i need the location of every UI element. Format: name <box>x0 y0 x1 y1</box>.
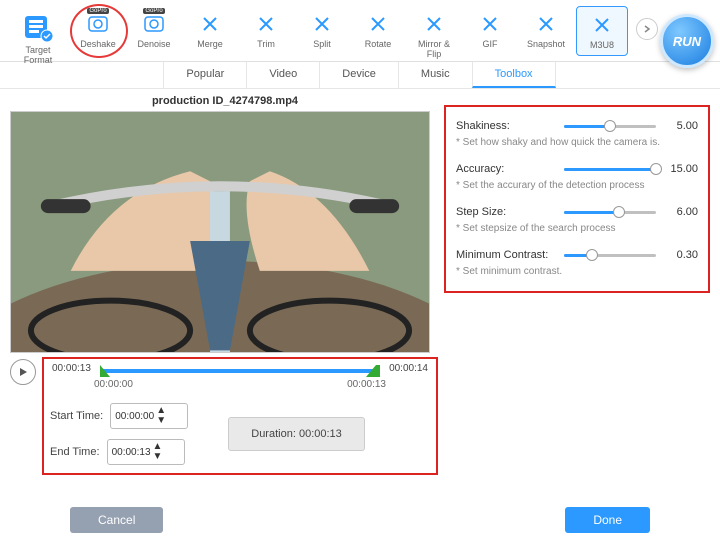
m3u8-icon <box>588 11 616 39</box>
stepsize-hint: * Set stepsize of the search process <box>456 223 698 234</box>
stepsize-row: Step Size: 6.00 * Set stepsize of the se… <box>456 205 698 234</box>
contrast-value: 0.30 <box>662 249 698 261</box>
trim-label: Trim <box>257 40 275 50</box>
deshake-label: Deshake <box>80 40 116 50</box>
denoise-icon <box>140 10 168 38</box>
stepsize-label: Step Size: <box>456 206 558 218</box>
mirror-flip-icon <box>420 10 448 38</box>
timeline-bottom-right: 00:00:13 <box>343 379 386 390</box>
split-icon <box>308 10 336 38</box>
target-format-label: Target Format <box>10 46 66 66</box>
timeline-top-right: 00:00:14 <box>385 363 428 374</box>
target-format-button[interactable]: Target Format <box>8 6 68 70</box>
contrast-row: Minimum Contrast: 0.30 * Set minimum con… <box>456 248 698 277</box>
tab-popular[interactable]: Popular <box>163 62 247 88</box>
left-panel: production ID_4274798.mp4 <box>10 95 440 477</box>
gif-label: GIF <box>483 40 498 50</box>
rotate-label: Rotate <box>365 40 392 50</box>
trim-box: 00:00:13 00:00:14 00:00:00 00:00:13 Star… <box>42 357 438 475</box>
merge-icon <box>196 10 224 38</box>
accuracy-slider[interactable] <box>564 162 656 176</box>
duration-label: Duration: <box>251 428 296 440</box>
done-button[interactable]: Done <box>565 507 650 533</box>
more-tools-button[interactable] <box>636 18 658 40</box>
tab-video[interactable]: Video <box>246 62 320 88</box>
tabs-row: Popular Video Device Music Toolbox <box>0 62 720 89</box>
trim-button[interactable]: Trim <box>240 6 292 54</box>
time-wrap: 00:00:13 00:00:14 00:00:00 00:00:13 Star… <box>10 357 440 475</box>
start-time-value: 00:00:00 <box>115 411 154 422</box>
stepsize-value: 6.00 <box>662 206 698 218</box>
end-time-value: 00:00:13 <box>112 447 151 458</box>
toolbar: Target Format GoPro Deshake GoPro Denois… <box>0 0 720 62</box>
play-button[interactable] <box>10 359 36 385</box>
shakiness-slider[interactable] <box>564 119 656 133</box>
tab-toolbox[interactable]: Toolbox <box>472 62 556 88</box>
start-time-label: Start Time: <box>50 410 103 422</box>
shakiness-label: Shakiness: <box>456 120 558 132</box>
denoise-button[interactable]: GoPro Denoise <box>128 6 180 54</box>
filename-label: production ID_4274798.mp4 <box>10 95 440 107</box>
spinner-icon[interactable]: ▲▼ <box>153 442 180 462</box>
shakiness-hint: * Set how shaky and how quick the camera… <box>456 137 698 148</box>
cancel-button[interactable]: Cancel <box>70 507 163 533</box>
time-fields: Start Time: 00:00:00 ▲▼ End Time: 00:00:… <box>50 403 430 465</box>
contrast-label: Minimum Contrast: <box>456 249 558 261</box>
tab-music[interactable]: Music <box>398 62 473 88</box>
m3u8-button[interactable]: M3U8 <box>576 6 628 56</box>
end-time-input[interactable]: 00:00:13 ▲▼ <box>107 439 185 465</box>
end-time-label: End Time: <box>50 446 100 458</box>
gopro-badge: GoPro <box>143 8 164 14</box>
right-panel: Shakiness: 5.00 * Set how shaky and how … <box>440 95 710 477</box>
deshake-icon <box>84 10 112 38</box>
denoise-label: Denoise <box>137 40 170 50</box>
rotate-button[interactable]: Rotate <box>352 6 404 54</box>
spinner-icon[interactable]: ▲▼ <box>156 406 183 426</box>
snapshot-icon <box>532 10 560 38</box>
split-label: Split <box>313 40 331 50</box>
gopro-badge: GoPro <box>87 8 108 14</box>
merge-label: Merge <box>197 40 223 50</box>
accuracy-hint: * Set the accurary of the detection proc… <box>456 180 698 191</box>
timeline-handle-right[interactable] <box>366 365 380 377</box>
stepsize-slider[interactable] <box>564 205 656 219</box>
timeline-bottom-left: 00:00:00 <box>94 379 524 390</box>
shakiness-row: Shakiness: 5.00 * Set how shaky and how … <box>456 119 698 148</box>
shakiness-value: 5.00 <box>662 120 698 132</box>
timeline-handle-left[interactable] <box>100 365 110 377</box>
deshake-button[interactable]: GoPro Deshake <box>72 6 124 54</box>
accuracy-row: Accuracy: 15.00 * Set the accurary of th… <box>456 162 698 191</box>
deshake-settings: Shakiness: 5.00 * Set how shaky and how … <box>444 105 710 293</box>
video-preview[interactable] <box>10 111 430 353</box>
mirror-flip-button[interactable]: Mirror & Flip <box>408 6 460 64</box>
timeline[interactable]: 00:00:13 00:00:14 00:00:00 00:00:13 <box>50 363 430 393</box>
tab-device[interactable]: Device <box>319 62 399 88</box>
accuracy-value: 15.00 <box>662 163 698 175</box>
split-button[interactable]: Split <box>296 6 348 54</box>
start-time-input[interactable]: 00:00:00 ▲▼ <box>110 403 188 429</box>
duration-value: 00:00:13 <box>299 428 342 440</box>
run-button[interactable]: RUN <box>660 14 714 68</box>
main-area: production ID_4274798.mp4 <box>0 89 720 481</box>
trim-icon <box>252 10 280 38</box>
m3u8-label: M3U8 <box>590 41 614 51</box>
gif-icon <box>476 10 504 38</box>
snapshot-label: Snapshot <box>527 40 565 50</box>
bottom-bar: Cancel Done <box>0 507 720 533</box>
run-label: RUN <box>673 34 701 49</box>
rotate-icon <box>364 10 392 38</box>
merge-button[interactable]: Merge <box>184 6 236 54</box>
contrast-slider[interactable] <box>564 248 656 262</box>
contrast-hint: * Set minimum contrast. <box>456 266 698 277</box>
duration-box: Duration: 00:00:13 <box>228 417 365 451</box>
mirror-flip-label: Mirror & Flip <box>410 40 458 60</box>
timeline-fill <box>100 369 380 373</box>
snapshot-button[interactable]: Snapshot <box>520 6 572 54</box>
gif-button[interactable]: GIF <box>464 6 516 54</box>
accuracy-label: Accuracy: <box>456 163 558 175</box>
target-format-icon <box>21 10 55 44</box>
